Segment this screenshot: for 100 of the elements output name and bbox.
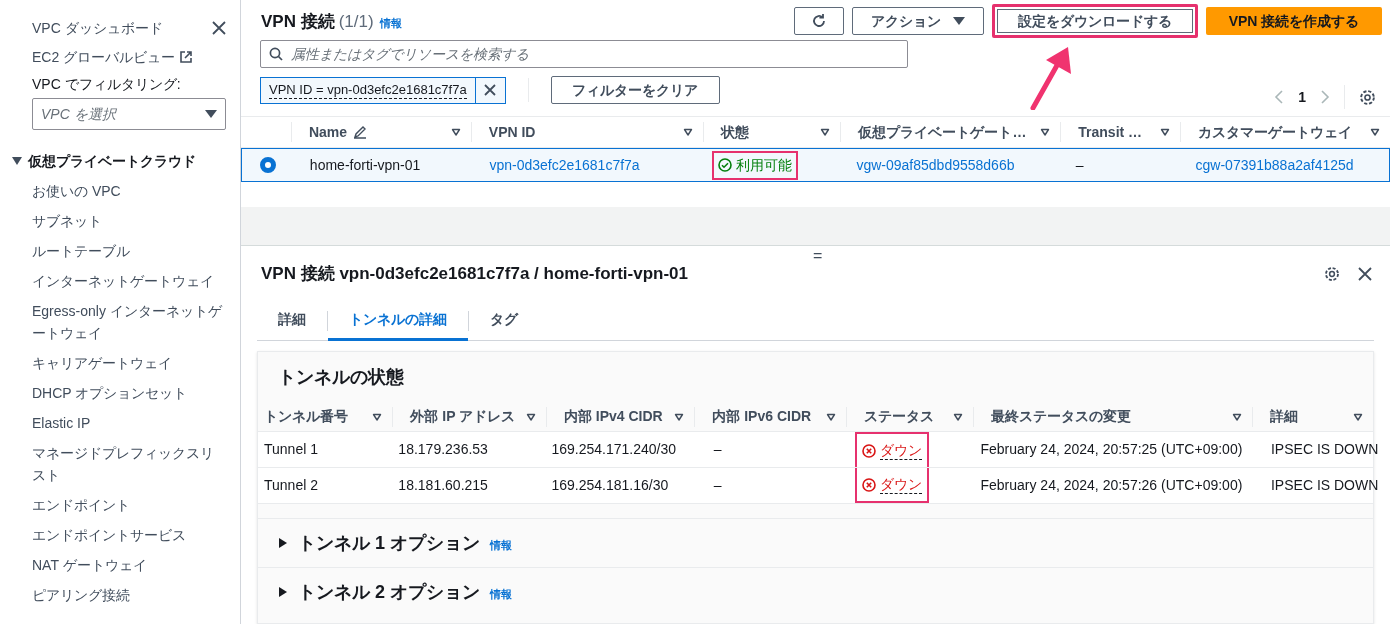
x-circle-icon: [861, 477, 876, 492]
table-cell: IPSEC IS DOWN: [1271, 477, 1379, 493]
sidebar-link[interactable]: エンドポイントサービス: [32, 524, 226, 546]
sort-caret-icon[interactable]: [674, 411, 685, 422]
table-cell: Tunnel 2: [264, 477, 318, 493]
sort-caret-icon[interactable]: [953, 411, 964, 422]
sidebar-link[interactable]: NAT ゲートウェイ: [32, 554, 226, 576]
column-header[interactable]: 外部 IP アドレス: [410, 406, 516, 427]
expandable-section[interactable]: トンネル 1 オプション 情報: [258, 518, 1373, 567]
sort-caret-icon[interactable]: [825, 411, 836, 422]
tab[interactable]: トンネルの詳細: [328, 300, 468, 341]
table-cell: –: [713, 477, 722, 493]
settings-icon[interactable]: [1324, 266, 1340, 282]
resize-handle[interactable]: =: [813, 246, 823, 266]
status-indicator: 利用可能: [711, 150, 798, 180]
action-button[interactable]: アクション: [852, 7, 984, 35]
sort-caret-icon[interactable]: [1370, 127, 1380, 137]
section-header[interactable]: 仮想プライベートクラウド: [12, 150, 226, 172]
action-button[interactable]: 設定をダウンロードする: [992, 4, 1198, 38]
page-number[interactable]: 1: [1298, 86, 1306, 108]
remove-filter-button[interactable]: [475, 76, 506, 104]
gateway-link[interactable]: cgw-07391b88a2af4125d: [1195, 156, 1354, 173]
table-cell: 169.254.171.240/30: [551, 441, 677, 457]
vpc-select[interactable]: VPC を選択: [32, 98, 226, 130]
sidebar-link[interactable]: EC2 グローバルビュー: [32, 46, 176, 68]
sidebar-link[interactable]: サブネット: [32, 210, 226, 232]
sort-caret-icon[interactable]: [682, 127, 693, 137]
sidebar-link[interactable]: Egress-only インターネットゲートウェイ: [32, 300, 226, 344]
refresh-button[interactable]: [794, 7, 844, 35]
settings-icon[interactable]: [1359, 88, 1376, 106]
info-link[interactable]: 情報: [490, 585, 512, 603]
detail-title: VPN 接続 vpn-0d3efc2e1681c7f7a / home-forti-vpn-01: [261, 263, 689, 286]
column-header[interactable]: 最終ステータスの変更: [991, 406, 1132, 427]
column-header[interactable]: ステータス: [863, 406, 934, 427]
sidebar-link[interactable]: Elastic IP: [32, 412, 226, 434]
expandable-section[interactable]: トンネル 2 オプション 情報: [258, 567, 1373, 616]
sidebar-link[interactable]: マネージドプレフィックスリスト: [32, 442, 226, 486]
page-title: VPN 接続: [261, 11, 335, 33]
table-cell: February 24, 2024, 20:57:25 (UTC+09:00): [980, 441, 1243, 457]
table-cell: February 24, 2024, 20:57:26 (UTC+09:00): [980, 477, 1243, 493]
close-icon[interactable]: [212, 21, 226, 35]
column-header[interactable]: 状態: [720, 121, 749, 143]
sort-caret-icon[interactable]: [1232, 411, 1243, 422]
table-cell: 18.179.236.53: [398, 441, 488, 457]
caret-down-icon: [953, 16, 965, 26]
table-cell: home-forti-vpn-01: [309, 156, 421, 173]
sidebar-link[interactable]: エンドポイント: [32, 494, 226, 516]
table-cell: IPSEC IS DOWN: [1271, 441, 1379, 457]
gateway-link[interactable]: vgw-09af85dbd9558d66b: [856, 156, 1015, 173]
count: (1/1): [338, 11, 374, 33]
column-header[interactable]: Transit …: [1078, 121, 1143, 143]
close-icon[interactable]: [1358, 267, 1372, 281]
sidebar-link[interactable]: VPC ダッシュボード: [32, 17, 163, 39]
column-header[interactable]: トンネル番号: [264, 406, 348, 427]
pointer-arrow: [1030, 46, 1074, 110]
table-cell: –: [1075, 156, 1084, 173]
clear-filters-button[interactable]: フィルターをクリア: [550, 76, 720, 104]
sidebar-link[interactable]: インターネットゲートウェイ: [32, 270, 226, 292]
column-header[interactable]: VPN ID: [488, 121, 536, 143]
table-cell: Tunnel 1: [264, 441, 318, 457]
column-header[interactable]: 内部 IPv6 CIDR: [712, 406, 812, 427]
sort-caret-icon[interactable]: [1040, 127, 1051, 137]
sort-caret-icon[interactable]: [1353, 411, 1363, 422]
sort-caret-icon[interactable]: [820, 127, 831, 137]
close-icon: [484, 84, 497, 96]
caret-down-icon: [205, 109, 217, 119]
sidebar-link[interactable]: ピアリング接続: [32, 584, 226, 606]
filter-token: VPN ID = vpn-0d3efc2e1681c7f7a: [260, 76, 476, 104]
tab[interactable]: タグ: [469, 300, 539, 341]
x-circle-icon: [861, 443, 876, 458]
sidebar-link[interactable]: ルートテーブル: [32, 240, 226, 262]
search-icon: [269, 47, 283, 61]
search-field[interactable]: 属性またはタグでリソースを検索する: [260, 40, 908, 68]
sort-caret-icon[interactable]: [450, 127, 461, 137]
filter-label: VPC でフィルタリング:: [32, 75, 182, 94]
radio-button[interactable]: [259, 157, 276, 173]
column-header[interactable]: カスタマーゲートウェイ: [1198, 121, 1353, 143]
sidebar-link[interactable]: DHCP オプションセット: [32, 382, 226, 404]
sort-caret-icon[interactable]: [525, 411, 536, 422]
action-button[interactable]: VPN 接続を作成する: [1206, 7, 1382, 35]
column-header[interactable]: Name: [308, 121, 348, 143]
table-cell: 169.254.181.16/30: [551, 477, 669, 493]
refresh-icon: [811, 13, 827, 29]
sidebar-link[interactable]: キャリアゲートウェイ: [32, 352, 226, 374]
table-row[interactable]: home-forti-vpn-01 vpn-0d3efc2e1681c7f7a 利用可能 vgw-09af85dbd9558d66b – cgw-07391b88a2af4125d: [241, 148, 1390, 182]
column-header[interactable]: 仮想プライベートゲート…: [858, 121, 1027, 143]
info-link[interactable]: 情報: [379, 15, 402, 32]
sort-caret-icon[interactable]: [372, 411, 383, 422]
column-header[interactable]: 内部 IPv4 CIDR: [563, 406, 663, 427]
status-indicator: ダウン: [854, 468, 929, 503]
info-link[interactable]: 情報: [490, 536, 512, 554]
pencil-icon: [353, 125, 368, 139]
column-header[interactable]: 詳細: [1270, 406, 1299, 427]
sidebar-link[interactable]: お使いの VPC: [32, 180, 226, 202]
vpn-id-link[interactable]: vpn-0d3efc2e1681c7f7a: [489, 156, 640, 173]
external-link-icon: [179, 50, 194, 64]
check-circle-icon: [717, 158, 732, 172]
tab[interactable]: 詳細: [257, 300, 327, 341]
sort-caret-icon[interactable]: [1160, 127, 1171, 137]
table-cell: 18.181.60.215: [398, 477, 488, 493]
